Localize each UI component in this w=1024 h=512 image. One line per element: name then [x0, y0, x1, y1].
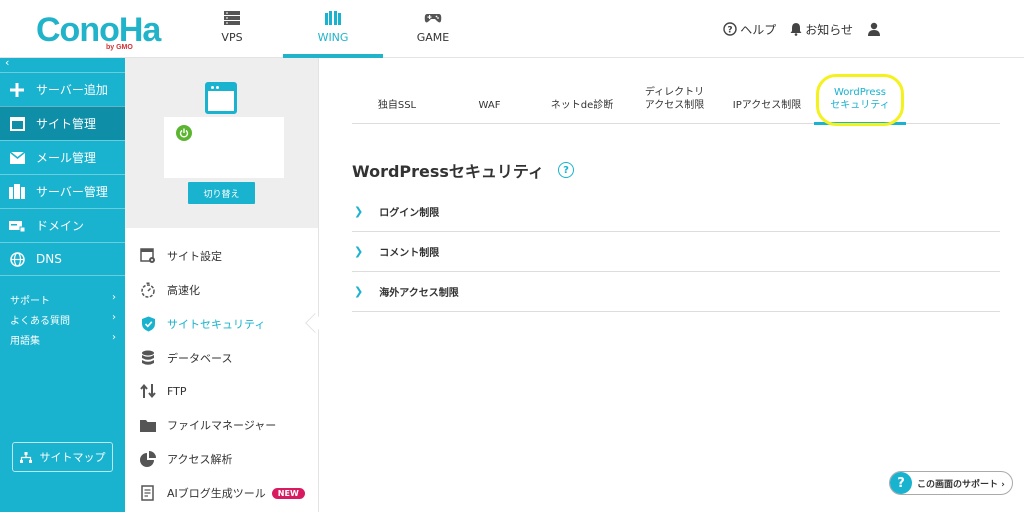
sidebar-item-label: サーバー追加 — [36, 83, 108, 97]
switch-site-button[interactable]: 切り替え — [188, 182, 255, 204]
site-settings-icon — [139, 247, 157, 265]
sidebar-item-domain[interactable]: ドメイン — [0, 208, 125, 242]
chevron-left-icon: ‹ — [5, 56, 10, 69]
question-circle-icon[interactable]: ? — [557, 162, 574, 178]
tab-waf[interactable]: WAF — [442, 84, 537, 124]
menu-ftp[interactable]: FTP — [139, 381, 309, 401]
globe-icon — [8, 251, 26, 267]
shield-icon — [139, 315, 157, 333]
tab-wing[interactable]: WING — [283, 0, 383, 58]
right-nav: ? ヘルプ お知らせ — [723, 0, 1024, 58]
sidebar-item-label: サーバー管理 — [36, 185, 108, 199]
tab-directory-access[interactable]: ディレクトリ アクセス制限 — [627, 84, 722, 124]
question-circle-icon: ? — [723, 22, 737, 36]
sidebar-item-label: メール管理 — [36, 151, 97, 165]
section-overseas-access-restriction[interactable]: ❯ 海外アクセス制限 — [352, 272, 1000, 312]
sitemap-icon — [19, 451, 32, 463]
site-panel: 切り替え サイト設定 高速化 サイトセキュリティ データベース FTP ファイル… — [125, 58, 319, 512]
tab-net-diagnosis[interactable]: ネットde診断 — [537, 84, 627, 124]
folder-icon — [139, 416, 157, 434]
tab-wing-label: WING — [317, 31, 349, 44]
sitemap-button[interactable]: サイトマップ — [12, 442, 113, 472]
help-link[interactable]: ? ヘルプ — [723, 21, 776, 38]
sidebar-link-glossary[interactable]: 用語集 › — [10, 332, 116, 347]
sidebar-item-site-management[interactable]: サイト管理 — [0, 106, 125, 140]
domain-icon — [8, 218, 26, 234]
mail-icon — [8, 150, 26, 166]
window-icon — [8, 116, 26, 132]
tab-game-label: GAME — [416, 31, 450, 44]
sidebar-item-label: DNS — [36, 252, 62, 266]
gamepad-icon — [424, 14, 442, 23]
top-bar: ConoHa by GMO VPS WING GAME ? ヘルプ お知らせ — [0, 0, 1024, 58]
sidebar-item-add-server[interactable]: サーバー追加 — [0, 72, 125, 106]
sidebar: ‹ サーバー追加 サイト管理 メール管理 サーバー管理 ドメイン DNS サポー… — [0, 56, 125, 512]
transfer-icon — [139, 382, 157, 400]
sidebar-item-label: ドメイン — [36, 219, 85, 233]
database-icon — [139, 349, 157, 367]
site-window-icon — [205, 82, 237, 114]
menu-database[interactable]: データベース — [139, 348, 309, 368]
sidebar-item-dns[interactable]: DNS — [0, 242, 125, 276]
sidebar-item-server-management[interactable]: サーバー管理 — [0, 174, 125, 208]
tab-ip-access[interactable]: IPアクセス制限 — [722, 84, 812, 124]
chevron-right-icon: ❯ — [354, 205, 364, 218]
new-badge: NEW — [271, 487, 305, 499]
chevron-right-icon: ❯ — [354, 285, 364, 298]
section-comment-restriction[interactable]: ❯ コメント制限 — [352, 232, 1000, 272]
user-icon — [868, 22, 880, 36]
server-icon — [224, 11, 240, 25]
plus-icon — [8, 82, 26, 98]
chevron-right-icon: › — [112, 292, 116, 303]
bell-icon — [790, 23, 802, 36]
sidebar-link-support[interactable]: サポート › — [10, 292, 116, 307]
sidebar-item-mail-management[interactable]: メール管理 — [0, 140, 125, 174]
page-title: WordPressセキュリティ ? — [352, 158, 574, 182]
highlight-annotation — [816, 74, 904, 126]
site-card: 切り替え — [125, 58, 318, 228]
document-icon — [139, 484, 157, 502]
menu-ai-blog-tool[interactable]: AIブログ生成ツール NEW — [139, 483, 309, 503]
tab-vps-label: VPS — [221, 31, 243, 44]
section-login-restriction[interactable]: ❯ ログイン制限 — [352, 192, 1000, 232]
chevron-right-icon: › — [112, 332, 116, 343]
chevron-right-icon: › — [112, 312, 116, 323]
sidebar-link-faq[interactable]: よくある質問 › — [10, 312, 116, 327]
question-icon: ? — [890, 472, 912, 494]
wing-icon — [325, 11, 341, 25]
tab-game[interactable]: GAME — [383, 0, 483, 58]
notice-link[interactable]: お知らせ — [790, 21, 853, 38]
power-icon — [176, 125, 192, 141]
menu-file-manager[interactable]: ファイルマネージャー — [139, 415, 309, 435]
help-label: ヘルプ — [740, 22, 777, 37]
tab-ssl[interactable]: 独自SSL — [352, 84, 442, 124]
pie-chart-icon — [139, 450, 157, 468]
menu-site-security[interactable]: サイトセキュリティ — [139, 314, 309, 334]
notice-label: お知らせ — [805, 22, 853, 37]
tab-vps[interactable]: VPS — [182, 0, 282, 58]
svg-text:?: ? — [728, 26, 733, 36]
server-stack-icon — [8, 184, 26, 200]
conoha-logo[interactable]: ConoHa by GMO — [36, 10, 161, 51]
sidebar-item-label: サイト管理 — [36, 117, 97, 131]
menu-access-analysis[interactable]: アクセス解析 — [139, 449, 309, 469]
screen-support-button[interactable]: ? この画面のサポート › — [889, 471, 1013, 495]
stopwatch-icon — [139, 281, 157, 299]
chevron-right-icon: ❯ — [354, 245, 364, 258]
user-menu[interactable] — [867, 22, 884, 36]
sidebar-collapse-button[interactable]: ‹ — [0, 56, 125, 72]
menu-site-settings[interactable]: サイト設定 — [139, 246, 309, 266]
menu-speedup[interactable]: 高速化 — [139, 280, 309, 300]
